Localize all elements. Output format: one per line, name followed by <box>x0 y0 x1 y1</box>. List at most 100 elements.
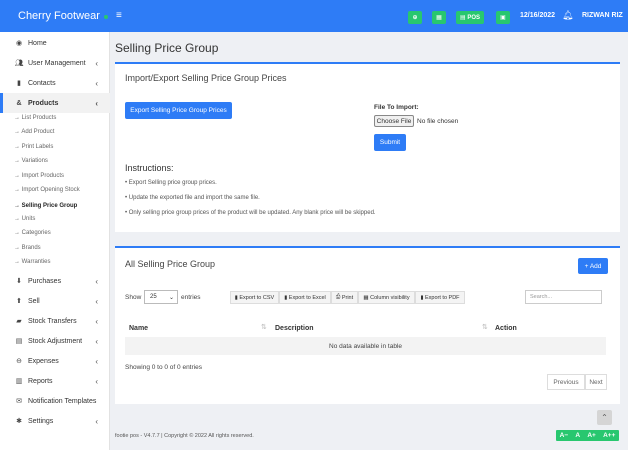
font-decrease-button[interactable]: A− <box>560 432 569 439</box>
arrow-circle-up-icon: ⬆︎ <box>16 298 22 305</box>
add-button[interactable]: + Add <box>578 258 608 274</box>
file-pdf-icon: ▮ <box>420 294 424 301</box>
sub-label: Print Labels <box>21 144 54 150</box>
export-prices-button[interactable]: Export Selling Price Group Prices <box>125 102 232 119</box>
entries-select[interactable]: 25 ⌄ <box>144 290 178 304</box>
no-file-text: No file chosen <box>417 118 459 125</box>
submit-button[interactable]: Submit <box>374 134 406 151</box>
sidebar-sub-list-products[interactable]: → List Products <box>14 115 56 121</box>
chevron-left-icon: ‹ <box>95 296 98 306</box>
sidebar-sub-import-products[interactable]: → Import Products <box>14 173 64 179</box>
sub-label: Categories <box>21 230 51 236</box>
sidebar-item-label: Notification Templates <box>28 397 97 405</box>
money-icon: ▣ <box>500 15 506 21</box>
bell-icon[interactable]: 🔔︎ <box>562 10 573 21</box>
sort-icon[interactable]: ⇅ <box>482 323 488 331</box>
sidebar-item-notification-templates[interactable]: ✉︎ Notification Templates <box>0 391 110 411</box>
font-increase-button[interactable]: A+ <box>587 432 596 439</box>
file-import-label: File To Import: <box>374 104 419 111</box>
sidebar-sub-add-product[interactable]: → Add Product <box>14 129 54 135</box>
export-pdf-button[interactable]: ▮ Export to PDF <box>415 291 465 304</box>
export-excel-button[interactable]: ▮ Export to Excel <box>279 291 331 304</box>
sidebar-item-stock-adjustment[interactable]: ▤ Stock Adjustment ‹ <box>0 331 110 351</box>
footer-text: footie pos - V4.7.7 | Copyright © 2022 A… <box>115 433 254 439</box>
sidebar-item-reports[interactable]: ▥ Reports ‹ <box>0 371 110 391</box>
user-menu[interactable]: RIZWAN RIZ <box>582 12 623 19</box>
sidebar-item-products[interactable]: & Products ‹ <box>0 93 110 113</box>
sub-label: Selling Price Group <box>21 203 78 209</box>
pos-icon: ▤ <box>459 15 466 21</box>
calculator-button[interactable]: ▦ <box>432 11 446 24</box>
users-icon: 👥︎ <box>14 60 24 67</box>
online-dot-icon <box>103 15 108 19</box>
sidebar-sub-variations[interactable]: → Variations <box>14 158 48 164</box>
sub-label: Units <box>21 216 36 222</box>
export-label: Print <box>341 294 354 301</box>
show-label: Show <box>125 294 142 301</box>
export-label: Export to Excel <box>288 294 326 301</box>
sidebar-item-home[interactable]: ◉ Home <box>0 33 110 53</box>
minus-circle-icon: ⊖ <box>16 358 22 365</box>
sidebar-sub-categories[interactable]: → Categories <box>14 230 51 236</box>
truck-icon: ▰ <box>16 318 22 325</box>
cubes-icon: & <box>16 99 22 107</box>
search-input[interactable]: Search... <box>525 290 602 304</box>
sidebar-item-sell[interactable]: ⬆︎ Sell ‹ <box>0 291 110 311</box>
sort-icon[interactable]: ⇅ <box>261 323 267 331</box>
chevron-left-icon: ‹ <box>95 376 98 386</box>
sidebar-item-label: Sell <box>28 297 40 305</box>
sidebar-item-label: Stock Adjustment <box>28 337 83 345</box>
brand-logo[interactable]: Cherry Footwear <box>0 0 110 32</box>
sidebar-sub-selling-price-group[interactable]: → Selling Price Group <box>14 203 77 209</box>
export-label: Export to PDF <box>425 294 460 301</box>
sidebar-item-label: Home <box>28 39 47 47</box>
export-label: Export to CSV <box>239 294 275 301</box>
add-shortcut-button[interactable]: ⊕ <box>408 11 422 24</box>
chevron-left-icon: ‹ <box>95 78 98 88</box>
print-icon: ⎙ <box>335 294 341 300</box>
pos-button[interactable]: ▤ POS <box>456 11 484 24</box>
column-visibility-button[interactable]: ▦ Column visibility <box>358 291 415 304</box>
font-size-controls: A− A A+ A++ <box>556 430 619 441</box>
sidebar-sub-units[interactable]: → Units <box>14 216 35 222</box>
sidebar-sub-brands[interactable]: → Brands <box>14 245 41 251</box>
chevron-left-icon: ‹ <box>95 276 98 286</box>
font-increase-more-button[interactable]: A++ <box>603 432 615 439</box>
chevron-left-icon: ‹ <box>95 336 98 346</box>
dashboard-icon: ◉ <box>15 40 23 47</box>
previous-page-button[interactable]: Previous <box>547 374 585 390</box>
sidebar: ◉ Home 👥︎ User Management ‹ ▮ Contacts ‹… <box>0 32 110 450</box>
sidebar-item-contacts[interactable]: ▮ Contacts ‹ <box>0 73 110 93</box>
chevron-left-icon: ‹ <box>95 58 98 68</box>
sidebar-item-purchases[interactable]: ⬇︎ Purchases ‹ <box>0 271 110 291</box>
next-page-button[interactable]: Next <box>585 374 607 390</box>
column-header-name[interactable]: Name <box>125 319 275 337</box>
table-info: Showing 0 to 0 of 0 entries <box>125 364 202 371</box>
columns-icon: ▦ <box>363 294 369 301</box>
column-header-description[interactable]: Description <box>275 319 490 337</box>
menu-toggle-icon[interactable]: ≡ <box>116 10 122 21</box>
chevron-down-icon: ‹ <box>95 98 98 108</box>
sidebar-sub-print-labels[interactable]: → Print Labels <box>14 144 53 150</box>
address-book-icon: ▮ <box>17 80 21 87</box>
print-button[interactable]: ⎙ Print <box>331 291 358 304</box>
sidebar-sub-warranties[interactable]: → Warranties <box>14 259 50 265</box>
sub-label: List Products <box>21 115 57 121</box>
cash-register-button[interactable]: ▣ <box>496 11 510 24</box>
sidebar-item-settings[interactable]: ✱ Settings ‹ <box>0 411 110 431</box>
import-export-card: Import/Export Selling Price Group Prices… <box>115 62 620 232</box>
chevron-up-icon: ⌃ <box>601 413 608 422</box>
sidebar-item-stock-transfers[interactable]: ▰ Stock Transfers ‹ <box>0 311 110 331</box>
sidebar-item-expenses[interactable]: ⊖ Expenses ‹ <box>0 351 110 371</box>
choose-file-button[interactable]: Choose File <box>374 115 414 127</box>
database-icon: ▤ <box>15 338 23 345</box>
sidebar-sub-import-opening-stock[interactable]: → Import Opening Stock <box>14 187 80 193</box>
current-date: 12/16/2022 <box>520 12 556 19</box>
scroll-top-button[interactable]: ⌃ <box>597 410 612 425</box>
sidebar-item-user-management[interactable]: 👥︎ User Management ‹ <box>0 53 110 73</box>
export-csv-button[interactable]: ▮ Export to CSV <box>230 291 279 304</box>
envelope-icon: ✉︎ <box>16 398 22 405</box>
sub-label: Import Opening Stock <box>21 187 80 193</box>
font-reset-button[interactable]: A <box>575 432 580 439</box>
brand-name: Cherry Footwear <box>18 10 100 22</box>
